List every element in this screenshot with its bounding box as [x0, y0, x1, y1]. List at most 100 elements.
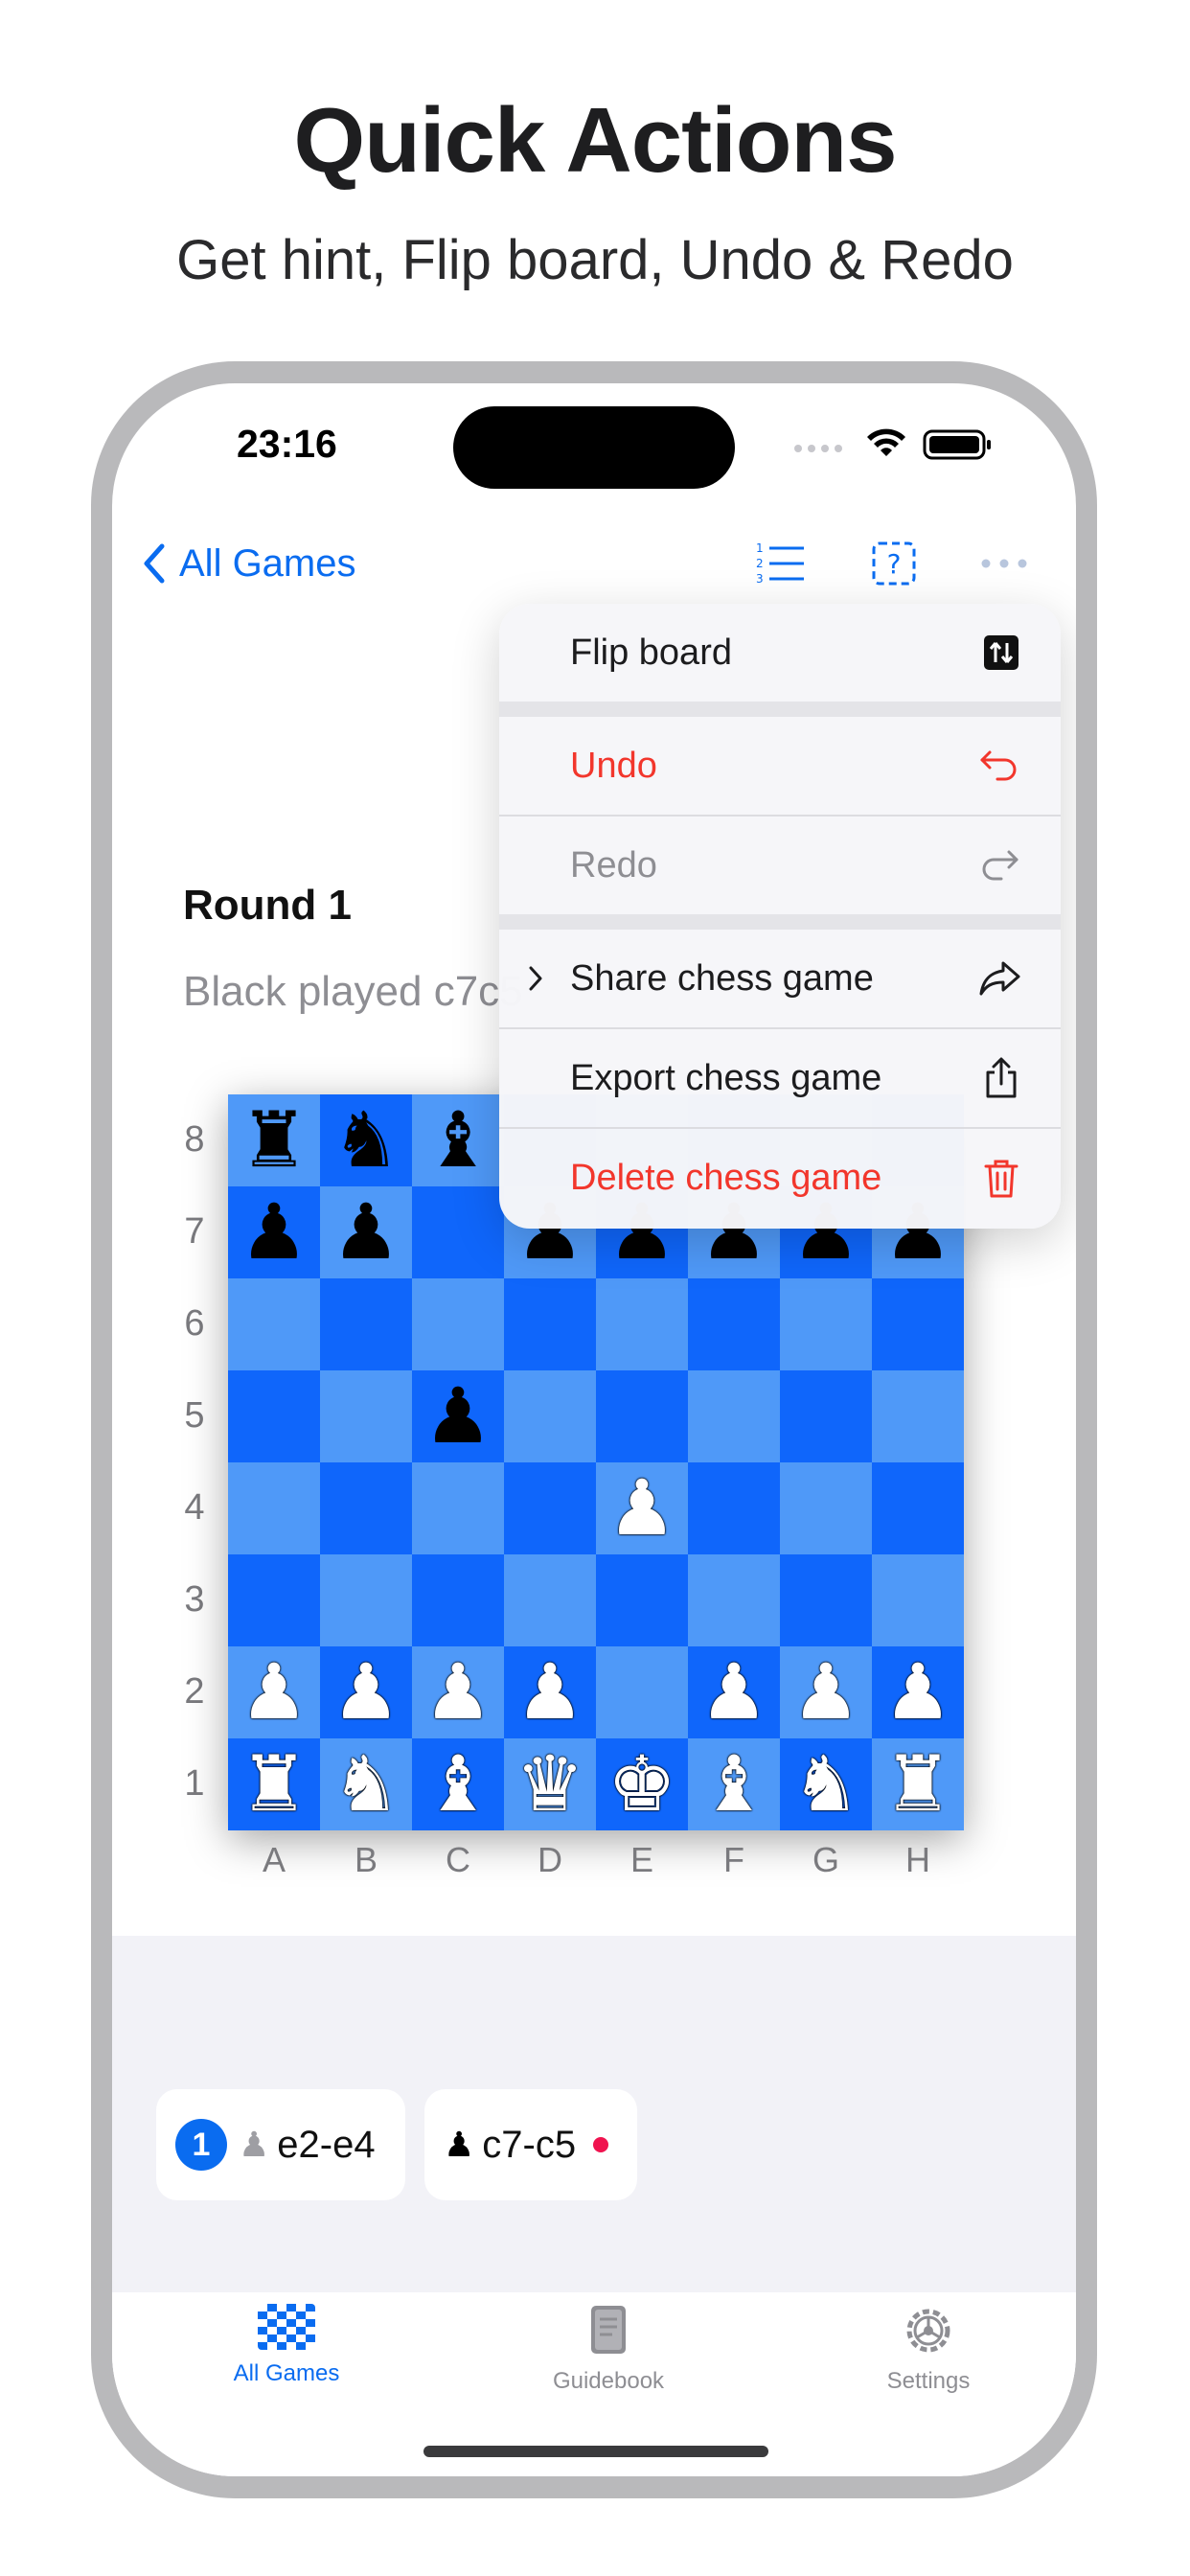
tab-guidebook[interactable]: Guidebook: [513, 2304, 704, 2395]
white-rook-icon[interactable]: ♜: [240, 1746, 309, 1823]
square-b8[interactable]: ♞: [320, 1094, 412, 1186]
square-c7[interactable]: [412, 1186, 504, 1278]
square-h1[interactable]: ♜: [872, 1738, 964, 1830]
move-chip-white[interactable]: 1 ♟ e2-e4: [156, 2089, 405, 2200]
square-e3[interactable]: [596, 1554, 688, 1646]
more-button[interactable]: [980, 518, 1028, 610]
square-e6[interactable]: [596, 1278, 688, 1370]
square-g5[interactable]: [780, 1370, 872, 1462]
black-bishop-icon[interactable]: ♝: [423, 1102, 492, 1179]
hint-button[interactable]: ?: [871, 518, 917, 610]
square-c4[interactable]: [412, 1462, 504, 1554]
square-e4[interactable]: ♟: [596, 1462, 688, 1554]
hint-question-icon: ?: [872, 541, 916, 586]
white-pawn-icon[interactable]: ♟: [423, 1654, 492, 1731]
square-e2[interactable]: [596, 1646, 688, 1738]
rank-label: 5: [184, 1395, 205, 1436]
white-pawn-icon[interactable]: ♟: [883, 1654, 952, 1731]
black-rook-icon[interactable]: ♜: [240, 1102, 309, 1179]
black-pawn-icon[interactable]: ♟: [423, 1378, 492, 1455]
square-a7[interactable]: ♟: [228, 1186, 320, 1278]
square-a6[interactable]: [228, 1278, 320, 1370]
square-g2[interactable]: ♟: [780, 1646, 872, 1738]
square-e1[interactable]: ♚: [596, 1738, 688, 1830]
square-f5[interactable]: [688, 1370, 780, 1462]
white-bishop-icon[interactable]: ♝: [423, 1746, 492, 1823]
square-f4[interactable]: [688, 1462, 780, 1554]
tab-settings[interactable]: Settings: [833, 2304, 1024, 2395]
black-pawn-icon[interactable]: ♟: [240, 1194, 309, 1271]
square-b2[interactable]: ♟: [320, 1646, 412, 1738]
square-b6[interactable]: [320, 1278, 412, 1370]
white-pawn-icon[interactable]: ♟: [332, 1654, 400, 1731]
rank-label: 8: [184, 1119, 205, 1160]
file-label: F: [723, 1840, 744, 1879]
square-h3[interactable]: [872, 1554, 964, 1646]
square-f3[interactable]: [688, 1554, 780, 1646]
square-b3[interactable]: [320, 1554, 412, 1646]
square-a8[interactable]: ♜: [228, 1094, 320, 1186]
back-button[interactable]: All Games: [141, 518, 356, 610]
square-a5[interactable]: [228, 1370, 320, 1462]
white-pawn-icon[interactable]: ♟: [607, 1470, 676, 1547]
move-chip-black[interactable]: ♟ c7-c5: [424, 2089, 637, 2200]
square-g4[interactable]: [780, 1462, 872, 1554]
square-f1[interactable]: ♝: [688, 1738, 780, 1830]
square-d2[interactable]: ♟: [504, 1646, 596, 1738]
square-c5[interactable]: ♟: [412, 1370, 504, 1462]
square-g1[interactable]: ♞: [780, 1738, 872, 1830]
square-c3[interactable]: [412, 1554, 504, 1646]
white-king-icon[interactable]: ♚: [607, 1746, 676, 1823]
square-h2[interactable]: ♟: [872, 1646, 964, 1738]
square-f6[interactable]: [688, 1278, 780, 1370]
square-g6[interactable]: [780, 1278, 872, 1370]
square-a2[interactable]: ♟: [228, 1646, 320, 1738]
square-c1[interactable]: ♝: [412, 1738, 504, 1830]
dynamic-island: [453, 406, 735, 489]
square-h5[interactable]: [872, 1370, 964, 1462]
tab-all-games[interactable]: All Games: [191, 2304, 382, 2387]
square-c6[interactable]: [412, 1278, 504, 1370]
phone-screen: 23:16 All Games 1 2 3 ? Round 1 Black pl…: [112, 383, 1076, 2476]
menu-item-share[interactable]: Share chess game: [499, 930, 1061, 1027]
black-pawn-icon[interactable]: ♟: [332, 1194, 400, 1271]
square-a3[interactable]: [228, 1554, 320, 1646]
square-a1[interactable]: ♜: [228, 1738, 320, 1830]
square-d5[interactable]: [504, 1370, 596, 1462]
square-h4[interactable]: [872, 1462, 964, 1554]
square-d1[interactable]: ♛: [504, 1738, 596, 1830]
square-e5[interactable]: [596, 1370, 688, 1462]
square-d3[interactable]: [504, 1554, 596, 1646]
menu-item-redo[interactable]: Redo: [499, 816, 1061, 914]
home-indicator[interactable]: [423, 2446, 768, 2457]
square-d6[interactable]: [504, 1278, 596, 1370]
white-knight-icon[interactable]: ♞: [791, 1746, 860, 1823]
square-h6[interactable]: [872, 1278, 964, 1370]
square-b1[interactable]: ♞: [320, 1738, 412, 1830]
white-pawn-icon[interactable]: ♟: [699, 1654, 768, 1731]
square-b5[interactable]: [320, 1370, 412, 1462]
battery-icon: [923, 429, 991, 460]
status-time: 23:16: [237, 422, 337, 466]
white-pawn-icon[interactable]: ♟: [515, 1654, 584, 1731]
white-bishop-icon[interactable]: ♝: [699, 1746, 768, 1823]
white-queen-icon[interactable]: ♛: [515, 1746, 584, 1823]
black-knight-icon[interactable]: ♞: [332, 1102, 400, 1179]
square-d4[interactable]: [504, 1462, 596, 1554]
menu-item-delete[interactable]: Delete chess game: [499, 1129, 1061, 1227]
square-c8[interactable]: ♝: [412, 1094, 504, 1186]
white-knight-icon[interactable]: ♞: [332, 1746, 400, 1823]
square-b7[interactable]: ♟: [320, 1186, 412, 1278]
white-pawn-icon[interactable]: ♟: [791, 1654, 860, 1731]
square-b4[interactable]: [320, 1462, 412, 1554]
square-a4[interactable]: [228, 1462, 320, 1554]
square-f2[interactable]: ♟: [688, 1646, 780, 1738]
menu-item-export[interactable]: Export chess game: [499, 1029, 1061, 1127]
square-g3[interactable]: [780, 1554, 872, 1646]
white-pawn-icon[interactable]: ♟: [240, 1654, 309, 1731]
move-list-button[interactable]: 1 2 3: [754, 518, 808, 610]
white-rook-icon[interactable]: ♜: [883, 1746, 952, 1823]
square-c2[interactable]: ♟: [412, 1646, 504, 1738]
menu-item-undo[interactable]: Undo: [499, 717, 1061, 815]
menu-item-flip-board[interactable]: Flip board: [499, 604, 1061, 702]
